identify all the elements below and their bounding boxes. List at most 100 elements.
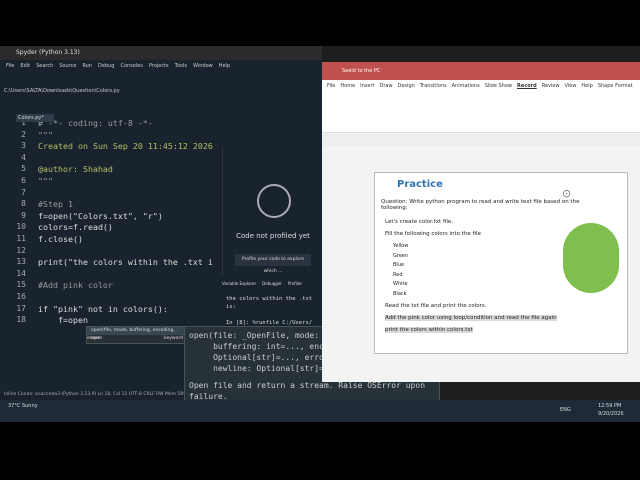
line-number: 10 — [16, 222, 26, 232]
console-line: is: — [226, 304, 236, 310]
code-line: # -*- coding: utf-8 -*- — [38, 118, 153, 128]
line-number: 9 — [21, 210, 26, 220]
line-number: 16 — [16, 292, 26, 301]
autocomplete-item[interactable]: open(file, mode, buffering, encoding, er… — [87, 327, 187, 341]
console-line: the colors within the .txt — [226, 296, 313, 302]
code-line: f=open — [38, 315, 88, 326]
color-item: Green — [393, 252, 409, 259]
profiler-hint-button[interactable]: Profile your code to explore which ... — [235, 254, 311, 274]
autocomplete-kind: keyword — [164, 336, 183, 341]
console-tabs[interactable]: Variable Explorer Debugger Profiler — [222, 280, 322, 288]
file-path: C:\Users\SALTA\Downloads\Question\Colors… — [4, 88, 120, 94]
ribbon-tab-design[interactable]: Design — [398, 83, 415, 89]
spyder-menubar[interactable]: File Edit Search Source Run Debug Consoles Proj… — [0, 60, 322, 72]
code-line: f=open("Colors.txt", "r") — [38, 210, 163, 221]
ribbon-tab-home[interactable]: Home — [340, 83, 355, 89]
ribbon-tab-record[interactable]: Record — [517, 83, 537, 89]
ribbon-tab-shape-format[interactable]: Shape Format — [598, 83, 633, 89]
ribbon[interactable] — [322, 92, 640, 133]
code-line: colors=f.read() — [38, 222, 113, 233]
pp-title-text: Seeld to the PC — [342, 68, 381, 74]
line-number: 15 — [16, 280, 26, 290]
slide-bullet: Add the pink color using loop/condition … — [385, 314, 557, 321]
autocomplete-popup[interactable]: open(file, mode, buffering, encoding, er… — [86, 326, 188, 344]
line-number: 7 — [21, 187, 26, 197]
code-line: @author: Shahad — [38, 164, 113, 175]
autocomplete-item[interactable]: open keyword — [87, 335, 187, 343]
slide-bullet: print the colors within colors.txt — [385, 326, 473, 333]
code-line: #Add pink color — [38, 280, 113, 291]
menu-item-tools[interactable]: Tools — [175, 63, 187, 69]
code-line: f.close() — [38, 234, 83, 244]
menu-item-help[interactable]: Help — [219, 63, 230, 69]
bottom-black-bar — [0, 422, 640, 480]
clock-date[interactable]: 9/20/2026 — [598, 411, 624, 417]
tab-0[interactable]: Variable Explorer — [222, 281, 256, 286]
ribbon-tab-animations[interactable]: Animations — [452, 83, 480, 89]
color-item: Yellow — [393, 243, 409, 249]
slide-question: Question: Write python program to read a… — [381, 199, 580, 211]
powerpoint-window: Seeld to the PC File Home Insert Draw Design… — [322, 62, 640, 382]
spyder-title: Spyder (Python 3.13) — [0, 46, 322, 60]
line-number: 11 — [16, 234, 26, 243]
ribbon-tab-help[interactable]: Help — [581, 83, 592, 89]
selection-handle-icon[interactable]: ⊙ — [562, 187, 571, 200]
menu-item-window[interactable]: Window — [193, 63, 213, 69]
menu-item-search[interactable]: Search — [36, 63, 53, 69]
slide-bullet: Read the txt file and print the colors. — [385, 302, 487, 309]
editor-tab[interactable]: Colors.py* — [16, 114, 54, 122]
slide-canvas[interactable]: Practice Question: Write python program … — [374, 172, 628, 354]
profiler-icon — [257, 184, 291, 218]
menu-item-run[interactable]: Run — [82, 63, 92, 69]
menu-item-projects[interactable]: Projects — [149, 63, 169, 69]
color-item: Black — [393, 291, 407, 297]
quick-access-bar[interactable] — [322, 134, 640, 146]
line-number: 14 — [16, 268, 26, 278]
ribbon-tab-insert[interactable]: Insert — [360, 83, 374, 89]
line-number: 5 — [21, 164, 26, 174]
powerpoint-titlebar: Seeld to the PC — [322, 62, 640, 80]
slide-title: Practice — [397, 179, 443, 190]
ribbon-tab-review[interactable]: Review — [542, 83, 560, 89]
menu-item-debug[interactable]: Debug — [98, 63, 114, 69]
slide-bullet: Let's create color.txt file. — [385, 219, 454, 225]
code-editor[interactable]: 1 # -*- coding: utf-8 -*- 2 """ 3 Created on … — [0, 108, 215, 410]
top-black-bar — [0, 0, 640, 46]
line-number: 12 — [16, 245, 26, 255]
code-line: """ — [38, 176, 53, 186]
profiler-pane: Code not profiled yet Profile your code … — [222, 146, 323, 276]
ribbon-tabs[interactable]: File Home Insert Draw Design Transitions Anima… — [322, 80, 640, 92]
line-number: 8 — [21, 199, 26, 209]
ribbon-tab-file[interactable]: File — [327, 83, 335, 89]
ribbon-tab-slide-show[interactable]: Slide Show — [485, 83, 512, 89]
menu-item-edit[interactable]: Edit — [20, 63, 30, 69]
color-item: Blue — [393, 262, 405, 269]
menu-item-consoles[interactable]: Consoles — [120, 63, 142, 69]
menu-item-source[interactable]: Source — [59, 63, 76, 69]
tab-1[interactable]: Debugger — [262, 281, 282, 286]
code-line: Created on Sun Sep 20 11:45:12 2026 — [38, 141, 213, 152]
line-number: 2 — [21, 129, 26, 139]
ribbon-tab-draw[interactable]: Draw — [379, 83, 392, 89]
line-number: 3 — [21, 141, 26, 151]
code-line: print("the colors within the .txt i — [38, 257, 213, 268]
tab-2[interactable]: Profiler — [288, 281, 302, 286]
line-number: 4 — [21, 152, 26, 162]
line-number: 6 — [21, 176, 26, 185]
language[interactable]: ENG — [560, 407, 571, 413]
color-item: Red — [393, 271, 403, 278]
line-number: 13 — [16, 257, 26, 267]
ribbon-tab-transitions[interactable]: Transitions — [420, 83, 447, 89]
spyder-toolbar[interactable] — [0, 72, 322, 86]
color-item: White — [393, 281, 408, 288]
clock-time[interactable]: 12:59 PM — [598, 403, 621, 409]
ribbon-tab-view[interactable]: View — [565, 83, 577, 89]
code-line: """ — [38, 129, 53, 140]
weather[interactable]: 37°C Sunny — [8, 403, 38, 409]
code-line: if "pink" not in colors(): — [38, 303, 168, 314]
code-line: #Step 1 — [38, 199, 73, 210]
profiler-message: Code not profiled yet — [236, 232, 310, 240]
slide-bullet: Fill the following colors into the file — [385, 231, 481, 237]
menu-item-file[interactable]: File — [6, 63, 14, 69]
line-number: 17 — [16, 303, 26, 313]
